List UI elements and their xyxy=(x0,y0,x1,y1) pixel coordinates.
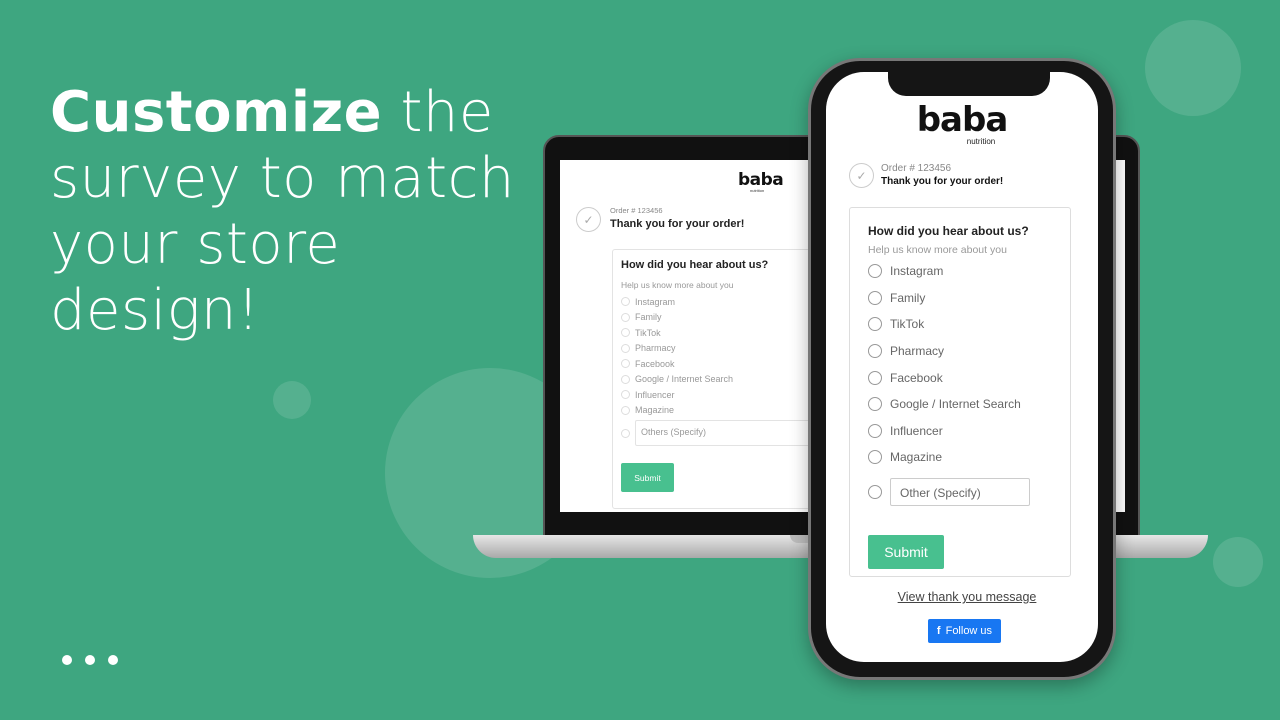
check-icon: ✓ xyxy=(849,163,874,188)
option-item[interactable]: Magazine xyxy=(868,444,1052,471)
brand-logo: baba xyxy=(738,170,784,190)
facebook-icon: f xyxy=(936,625,941,637)
radio[interactable] xyxy=(621,297,630,307)
option-label: Facebook xyxy=(890,370,943,385)
option-label: Pharmacy xyxy=(635,343,676,354)
decor-circle xyxy=(273,381,311,419)
option-other[interactable]: Other (Specify) xyxy=(868,471,1052,513)
option-item[interactable]: Google / Internet Search xyxy=(868,391,1052,418)
option-item[interactable]: TikTok xyxy=(868,311,1052,338)
brand-sub: nutrition xyxy=(966,137,996,146)
option-label: Instagram xyxy=(890,264,944,279)
radio[interactable] xyxy=(868,290,882,305)
option-label: Influencer xyxy=(890,423,943,438)
submit-button[interactable]: Submit xyxy=(868,534,944,569)
other-input[interactable]: Others (Specify) xyxy=(635,420,835,446)
radio[interactable] xyxy=(621,390,630,400)
option-label: Pharmacy xyxy=(890,344,945,359)
phone-notch xyxy=(888,70,1050,96)
headline-text: the xyxy=(382,80,494,145)
radio[interactable] xyxy=(621,343,630,353)
headline-line: design! xyxy=(50,278,260,343)
thanks-title: Thank you for your order! xyxy=(610,218,745,230)
other-input[interactable]: Other (Specify) xyxy=(890,477,1030,506)
decor-circle xyxy=(1145,20,1241,116)
radio[interactable] xyxy=(868,450,882,465)
option-item[interactable]: Influencer xyxy=(868,418,1052,445)
survey-question: How did you hear about us? xyxy=(868,224,1029,238)
option-item[interactable]: Instagram xyxy=(868,258,1052,285)
order-number: Order # 123456 xyxy=(881,163,952,174)
radio[interactable] xyxy=(868,370,882,385)
option-label: Google / Internet Search xyxy=(635,374,734,385)
radio[interactable] xyxy=(621,359,630,369)
phone-screen: baba nutrition ✓ Order # 123456 Thank yo… xyxy=(826,72,1098,662)
headline-line: survey to match xyxy=(50,146,515,211)
radio[interactable] xyxy=(621,328,630,338)
brand-sub: nutrition xyxy=(750,188,765,193)
radio[interactable] xyxy=(868,423,882,438)
radio[interactable] xyxy=(868,317,882,332)
option-label: Google / Internet Search xyxy=(890,397,1021,412)
option-label: Instagram xyxy=(635,296,676,307)
headline-line: your store xyxy=(50,212,341,277)
option-label: Magazine xyxy=(635,405,675,416)
order-number: Order # 123456 xyxy=(610,206,663,215)
thanks-title: Thank you for your order! xyxy=(881,176,1004,187)
headline-bold: Customize xyxy=(50,80,383,145)
view-thank-you-link[interactable]: View thank you message xyxy=(826,590,1098,604)
radio[interactable] xyxy=(868,344,882,359)
radio[interactable] xyxy=(621,405,630,415)
radio[interactable] xyxy=(621,374,630,384)
option-label: Magazine xyxy=(890,450,943,465)
radio[interactable] xyxy=(868,397,882,412)
pagination-dots xyxy=(62,655,118,665)
headline: Customize the survey to match your store… xyxy=(50,80,515,344)
option-item[interactable]: Family xyxy=(868,285,1052,312)
radio[interactable] xyxy=(621,312,630,322)
option-label: TikTok xyxy=(635,327,661,338)
follow-us-button[interactable]: f Follow us xyxy=(928,619,1001,643)
check-icon: ✓ xyxy=(576,207,601,232)
option-label: TikTok xyxy=(890,317,925,332)
option-label: Family xyxy=(890,290,926,305)
option-label: Family xyxy=(635,312,662,323)
decor-circle xyxy=(1213,537,1263,587)
submit-button[interactable]: Submit xyxy=(621,463,674,492)
brand-logo: baba xyxy=(916,100,1009,140)
survey-card: How did you hear about us? Help us know … xyxy=(849,207,1071,577)
option-label: Influencer xyxy=(635,389,675,400)
option-label: Facebook xyxy=(635,358,675,369)
option-item[interactable]: Facebook xyxy=(868,364,1052,391)
follow-label: Follow us xyxy=(945,625,993,637)
option-item[interactable]: Pharmacy xyxy=(868,338,1052,365)
radio[interactable] xyxy=(868,484,882,499)
radio[interactable] xyxy=(868,264,882,279)
radio[interactable] xyxy=(621,428,630,438)
survey-help: Help us know more about you xyxy=(868,244,1007,256)
